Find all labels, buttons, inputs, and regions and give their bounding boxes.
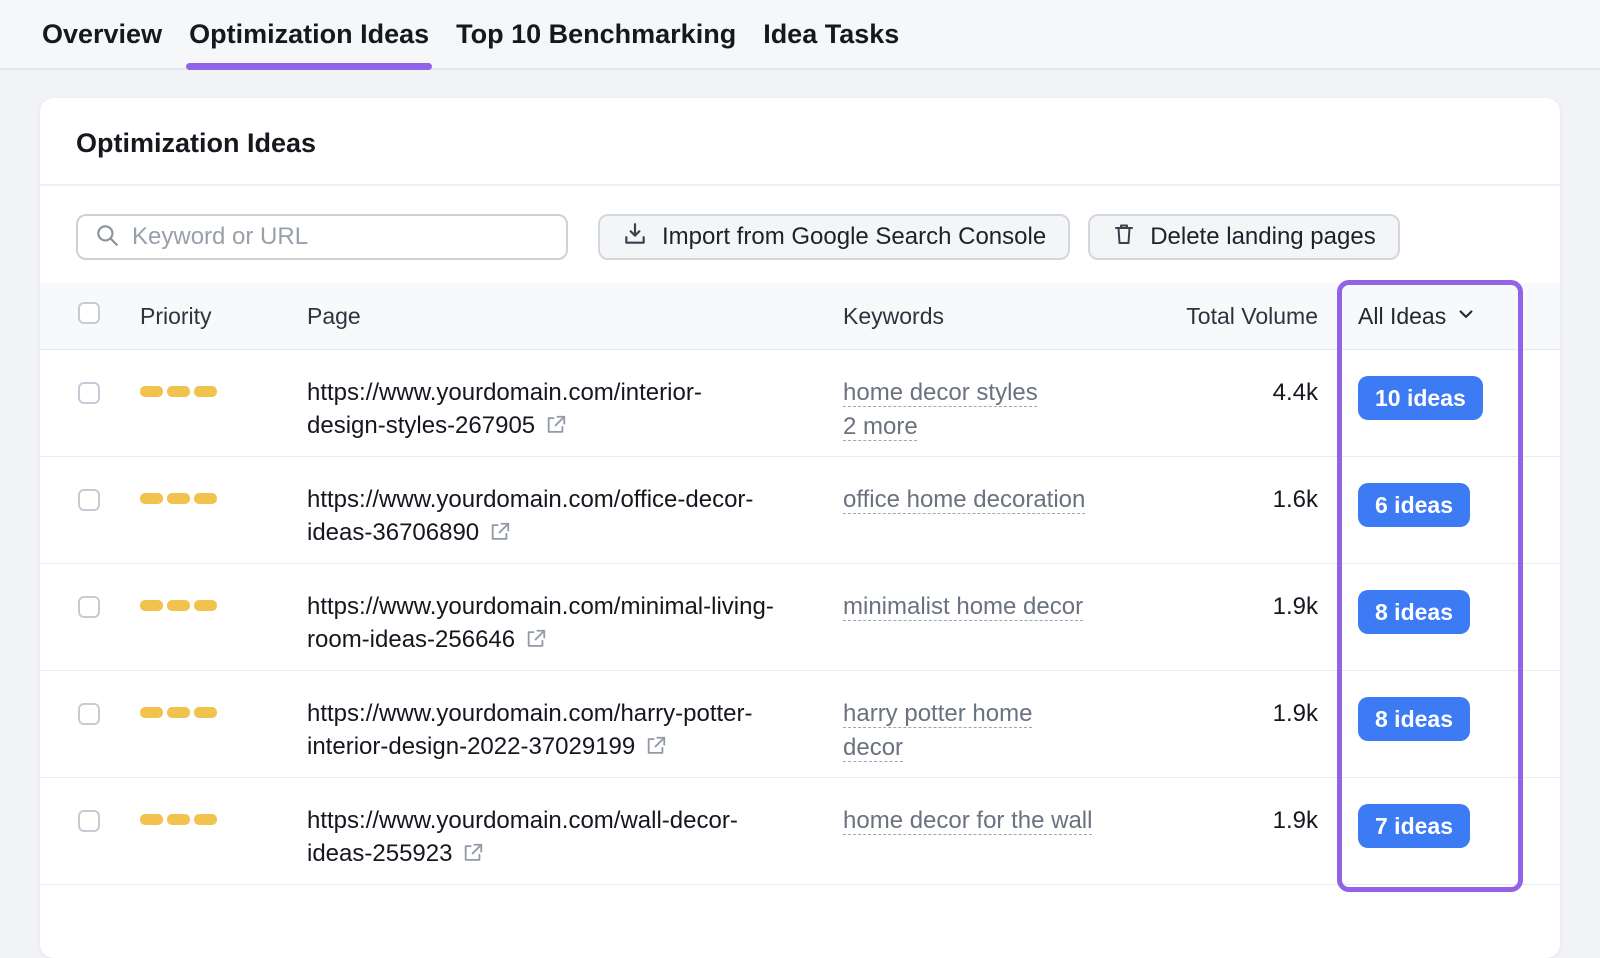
tab-overview[interactable]: Overview	[42, 0, 162, 68]
priority-indicator	[140, 707, 217, 718]
priority-indicator	[140, 814, 217, 825]
table-row: https://www.yourdomain.com/minimal-livin…	[40, 564, 1560, 671]
page-url-line2: ideas-36706890	[307, 519, 479, 546]
page-url-line1: https://www.yourdomain.com/office-decor-	[307, 483, 823, 516]
panel-title: Optimization Ideas	[40, 98, 1560, 186]
keyword-list: office home decoration	[843, 483, 1123, 517]
search-box	[76, 214, 568, 260]
select-all-checkbox[interactable]	[78, 302, 100, 324]
page-column-header: Page	[307, 303, 843, 330]
external-link-icon[interactable]	[545, 412, 567, 445]
optimization-ideas-panel: Optimization Ideas Import from Google Se…	[40, 98, 1560, 958]
search-icon	[94, 222, 120, 253]
row-checkbox[interactable]	[78, 596, 100, 618]
trash-icon	[1112, 222, 1136, 253]
page-url-link[interactable]: https://www.yourdomain.com/wall-decor- i…	[307, 804, 843, 873]
total-volume-value: 1.9k	[1123, 590, 1318, 623]
page-url-line1: https://www.yourdomain.com/minimal-livin…	[307, 590, 823, 623]
all-ideas-filter-dropdown[interactable]: All Ideas	[1358, 303, 1476, 330]
keyword-list: home decor for the wall	[843, 804, 1123, 838]
page-url-line2: interior-design-2022-37029199	[307, 733, 635, 760]
ideas-count-button[interactable]: 8 ideas	[1358, 590, 1470, 634]
keyword-link[interactable]: harry potter home decor	[843, 697, 1093, 765]
keyword-list: minimalist home decor	[843, 590, 1123, 624]
download-icon	[622, 221, 648, 254]
import-from-gsc-button[interactable]: Import from Google Search Console	[598, 214, 1070, 260]
external-link-icon[interactable]	[489, 519, 511, 552]
total-volume-value: 4.4k	[1123, 376, 1318, 409]
chevron-down-icon	[1456, 303, 1476, 330]
table-body: https://www.yourdomain.com/interior- des…	[40, 350, 1560, 885]
tab-optimization-ideas[interactable]: Optimization Ideas	[189, 0, 429, 68]
keyword-link[interactable]: home decor styles	[843, 376, 1038, 410]
keyword-list: harry potter home decor	[843, 697, 1123, 765]
priority-indicator	[140, 386, 217, 397]
ideas-count-button[interactable]: 10 ideas	[1358, 376, 1483, 420]
import-button-label: Import from Google Search Console	[662, 223, 1046, 251]
keyword-link[interactable]: minimalist home decor	[843, 590, 1083, 624]
row-checkbox[interactable]	[78, 382, 100, 404]
page-url-line2: ideas-255923	[307, 840, 452, 867]
external-link-icon[interactable]	[525, 626, 547, 659]
more-keywords-link[interactable]: 2 more	[843, 410, 918, 444]
page-url-line1: https://www.yourdomain.com/wall-decor-	[307, 804, 823, 837]
tab-bar: Overview Optimization Ideas Top 10 Bench…	[0, 0, 1600, 70]
row-checkbox[interactable]	[78, 810, 100, 832]
page-url-link[interactable]: https://www.yourdomain.com/minimal-livin…	[307, 590, 843, 659]
ideas-count-button[interactable]: 8 ideas	[1358, 697, 1470, 741]
page-url-line2: design-styles-267905	[307, 412, 535, 439]
page-url-link[interactable]: https://www.yourdomain.com/harry-potter-…	[307, 697, 843, 766]
priority-column-header: Priority	[140, 303, 307, 330]
page-url-link[interactable]: https://www.yourdomain.com/office-decor-…	[307, 483, 843, 552]
all-ideas-filter-label: All Ideas	[1358, 303, 1446, 330]
total-volume-value: 1.6k	[1123, 483, 1318, 516]
page-url-line2: room-ideas-256646	[307, 626, 515, 653]
total-volume-column-header: Total Volume	[1123, 303, 1318, 330]
row-checkbox[interactable]	[78, 489, 100, 511]
search-input[interactable]	[132, 223, 550, 251]
ideas-count-button[interactable]: 6 ideas	[1358, 483, 1470, 527]
page-url-line1: https://www.yourdomain.com/interior-	[307, 376, 823, 409]
row-checkbox[interactable]	[78, 703, 100, 725]
external-link-icon[interactable]	[645, 733, 667, 766]
delete-button-label: Delete landing pages	[1150, 223, 1376, 251]
tab-idea-tasks[interactable]: Idea Tasks	[763, 0, 899, 68]
keyword-link[interactable]: office home decoration	[843, 483, 1085, 517]
page-url-line1: https://www.yourdomain.com/harry-potter-	[307, 697, 823, 730]
priority-indicator	[140, 493, 217, 504]
delete-landing-pages-button[interactable]: Delete landing pages	[1088, 214, 1400, 260]
total-volume-value: 1.9k	[1123, 697, 1318, 730]
external-link-icon[interactable]	[462, 840, 484, 873]
table-row: https://www.yourdomain.com/office-decor-…	[40, 457, 1560, 564]
ideas-count-button[interactable]: 7 ideas	[1358, 804, 1470, 848]
page-url-link[interactable]: https://www.yourdomain.com/interior- des…	[307, 376, 843, 445]
table-row: https://www.yourdomain.com/wall-decor- i…	[40, 778, 1560, 885]
total-volume-value: 1.9k	[1123, 804, 1318, 837]
table-header: Priority Page Keywords Total Volume All …	[40, 283, 1560, 350]
keyword-list: home decor styles2 more	[843, 376, 1123, 444]
keyword-link[interactable]: home decor for the wall	[843, 804, 1092, 838]
table-row: https://www.yourdomain.com/interior- des…	[40, 350, 1560, 457]
priority-indicator	[140, 600, 217, 611]
toolbar: Import from Google Search Console Delete…	[40, 186, 1560, 283]
table-row: https://www.yourdomain.com/harry-potter-…	[40, 671, 1560, 778]
keywords-column-header: Keywords	[843, 303, 1123, 330]
tab-top-10-benchmarking[interactable]: Top 10 Benchmarking	[456, 0, 736, 68]
